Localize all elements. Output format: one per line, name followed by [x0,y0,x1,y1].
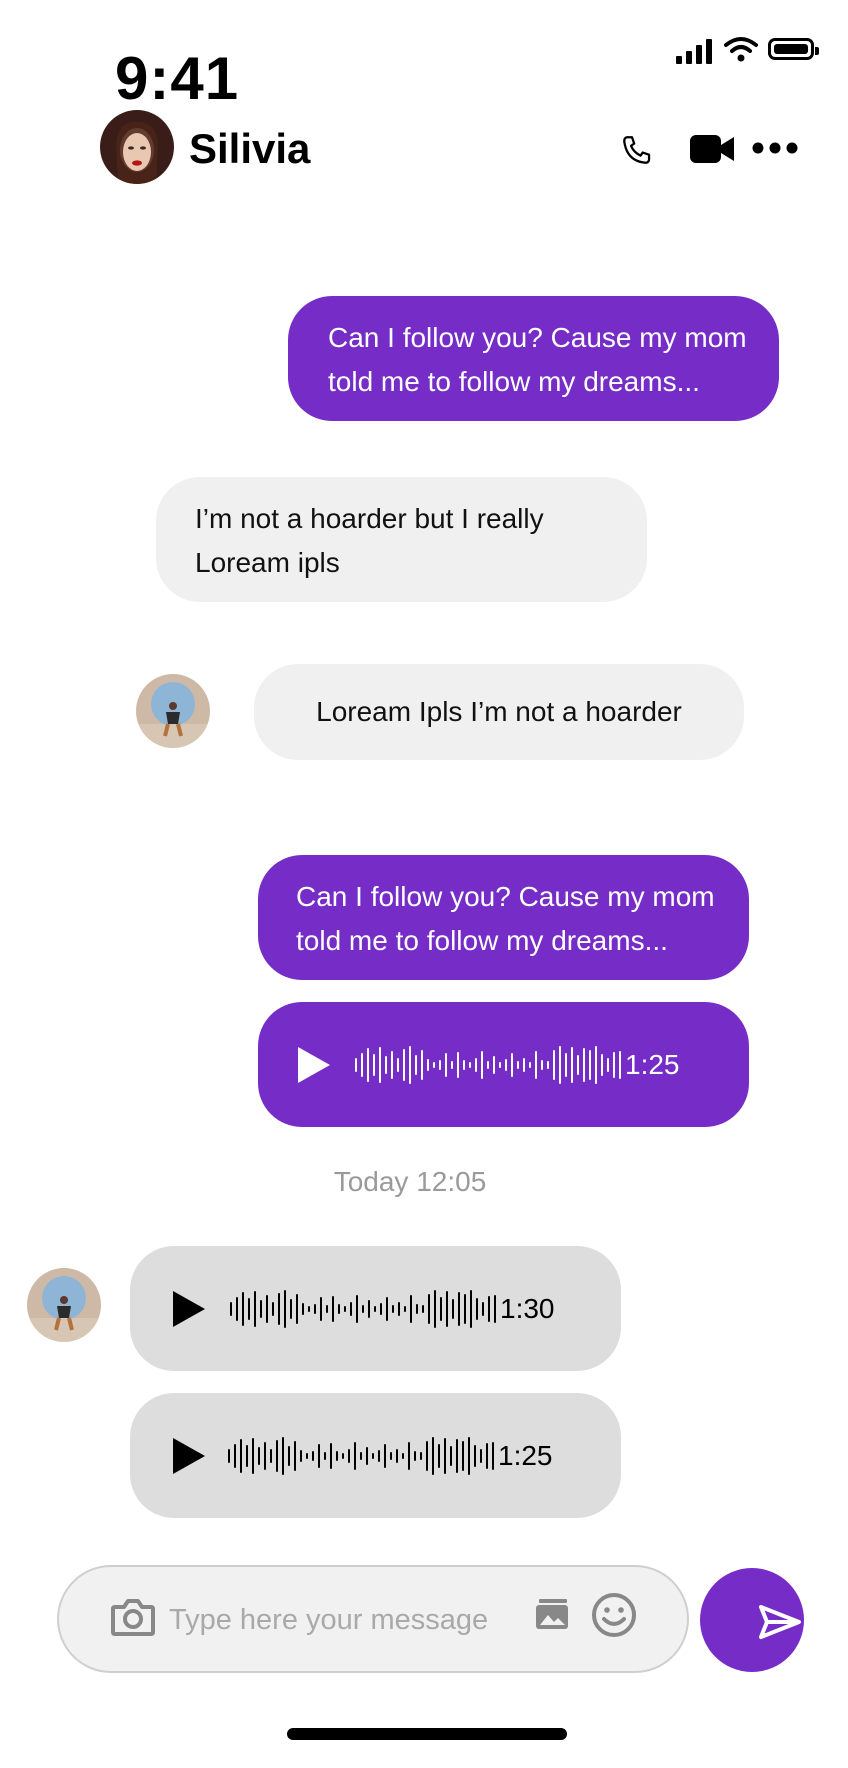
message-input[interactable] [167,1597,531,1643]
voice-duration: 1:25 [498,1440,553,1471]
message-bubble-outgoing[interactable]: Can I follow you? Cause my mom told me t… [288,296,779,421]
status-time: 9:41 [115,45,240,112]
message-text: Can I follow you? Cause my mom told me t… [328,322,747,397]
phone-icon[interactable] [620,133,654,167]
contact-avatar[interactable] [100,110,174,184]
message-bubble-outgoing[interactable]: Can I follow you? Cause my mom told me t… [258,855,749,980]
more-icon[interactable] [752,141,798,155]
camera-icon[interactable] [111,1597,155,1637]
send-button[interactable] [700,1568,804,1672]
message-text: I’m not a hoarder but I really Loream ip… [195,503,544,578]
waveform[interactable] [355,1045,621,1085]
cellular-signal-icon [676,38,714,64]
play-icon[interactable] [170,1288,208,1330]
home-indicator [287,1728,567,1740]
send-icon [759,1605,801,1639]
battery-icon [768,38,819,60]
voice-duration: 1:30 [500,1293,555,1324]
message-text: Can I follow you? Cause my mom told me t… [296,881,715,956]
voice-message-incoming[interactable]: 1:25 [130,1393,621,1518]
contact-name: Silivia [189,125,311,172]
timestamp: Today 12:05 [333,1166,487,1197]
video-camera-icon[interactable] [690,133,736,165]
emoji-icon[interactable] [591,1592,637,1638]
message-bubble-incoming[interactable]: I’m not a hoarder but I really Loream ip… [156,477,647,602]
play-icon[interactable] [295,1044,333,1086]
voice-message-outgoing[interactable]: 1:25 [258,1002,749,1127]
message-composer [57,1565,689,1673]
voice-message-incoming[interactable]: 1:30 [130,1246,621,1371]
sender-avatar[interactable] [27,1268,101,1342]
wifi-icon [724,37,758,62]
waveform[interactable] [228,1436,494,1476]
gallery-icon[interactable] [535,1598,569,1630]
sender-avatar[interactable] [136,674,210,748]
message-text: Loream Ipls I’m not a hoarder [316,696,682,727]
play-icon[interactable] [170,1435,208,1477]
message-bubble-incoming[interactable]: Loream Ipls I’m not a hoarder [254,664,744,760]
voice-duration: 1:25 [625,1049,680,1080]
waveform[interactable] [230,1289,496,1329]
